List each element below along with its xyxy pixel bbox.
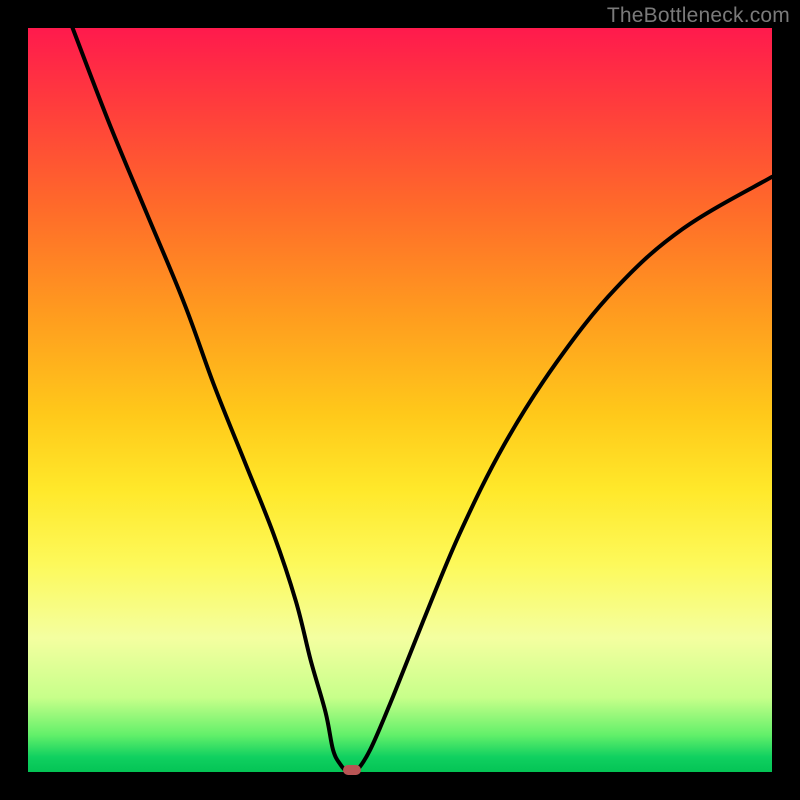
watermark-text: TheBottleneck.com (607, 4, 790, 28)
plot-area (28, 28, 772, 772)
chart-frame: TheBottleneck.com (0, 0, 800, 800)
optimal-point-marker (343, 765, 361, 775)
bottleneck-curve (28, 28, 772, 772)
